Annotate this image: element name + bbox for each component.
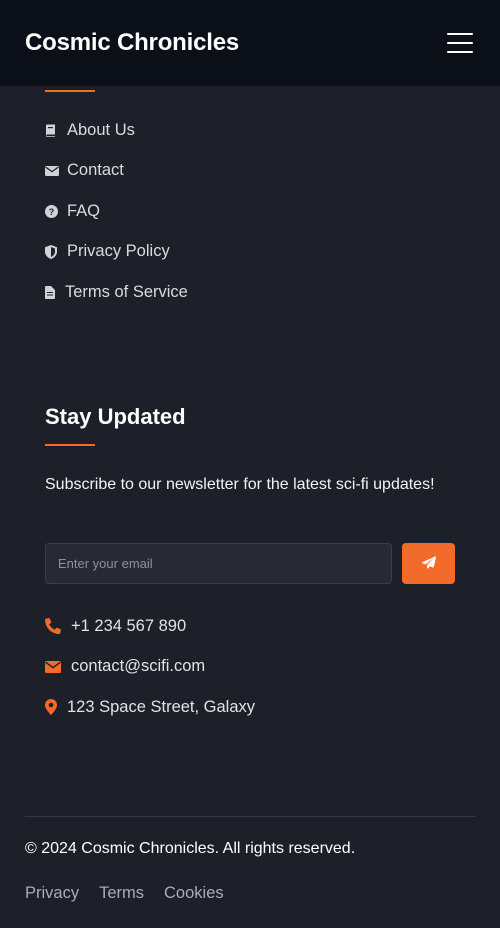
site-header: Cosmic Chronicles (0, 0, 500, 86)
footer-link-cookies[interactable]: Cookies (164, 884, 224, 903)
link-privacy-policy[interactable]: Privacy Policy (45, 232, 188, 273)
footer-link-terms[interactable]: Terms (99, 884, 144, 903)
paper-plane-icon (421, 555, 436, 572)
contact-address: 123 Space Street, Galaxy (45, 687, 255, 728)
contact-email[interactable]: contact@scifi.com (45, 647, 255, 688)
newsletter-submit-button[interactable] (402, 543, 455, 584)
link-terms-of-service[interactable]: Terms of Service (45, 272, 188, 313)
newsletter-title: Stay Updated (45, 404, 186, 429)
section-divider-accent (45, 90, 95, 92)
svg-text:?: ? (49, 207, 55, 217)
contact-info: +1 234 567 890 contact@scifi.com 123 Spa… (45, 606, 255, 728)
question-circle-icon: ? (45, 204, 67, 218)
phone-icon (45, 618, 71, 635)
copyright-text: © 2024 Cosmic Chronicles. All rights res… (25, 840, 356, 857)
newsletter-email-input[interactable] (45, 543, 392, 584)
newsletter-description: Subscribe to our newsletter for the late… (45, 476, 435, 493)
footer-links: Privacy Terms Cookies (25, 884, 224, 903)
envelope-icon (45, 165, 67, 176)
contact-phone[interactable]: +1 234 567 890 (45, 606, 255, 647)
link-faq[interactable]: ? FAQ (45, 191, 188, 232)
link-contact[interactable]: Contact (45, 151, 188, 192)
hamburger-icon[interactable] (447, 33, 473, 53)
footer-divider (25, 816, 475, 817)
envelope-icon (45, 660, 71, 673)
quick-links-list: About Us Contact ? FAQ Privacy Policy Te… (45, 110, 188, 313)
map-marker-icon (45, 699, 67, 716)
newsletter-title-accent (45, 444, 95, 446)
footer-link-privacy[interactable]: Privacy (25, 884, 79, 903)
shield-icon (45, 244, 67, 259)
file-icon (45, 285, 65, 299)
site-title[interactable]: Cosmic Chronicles (25, 29, 239, 57)
book-icon (45, 124, 67, 137)
link-about-us[interactable]: About Us (45, 110, 188, 151)
